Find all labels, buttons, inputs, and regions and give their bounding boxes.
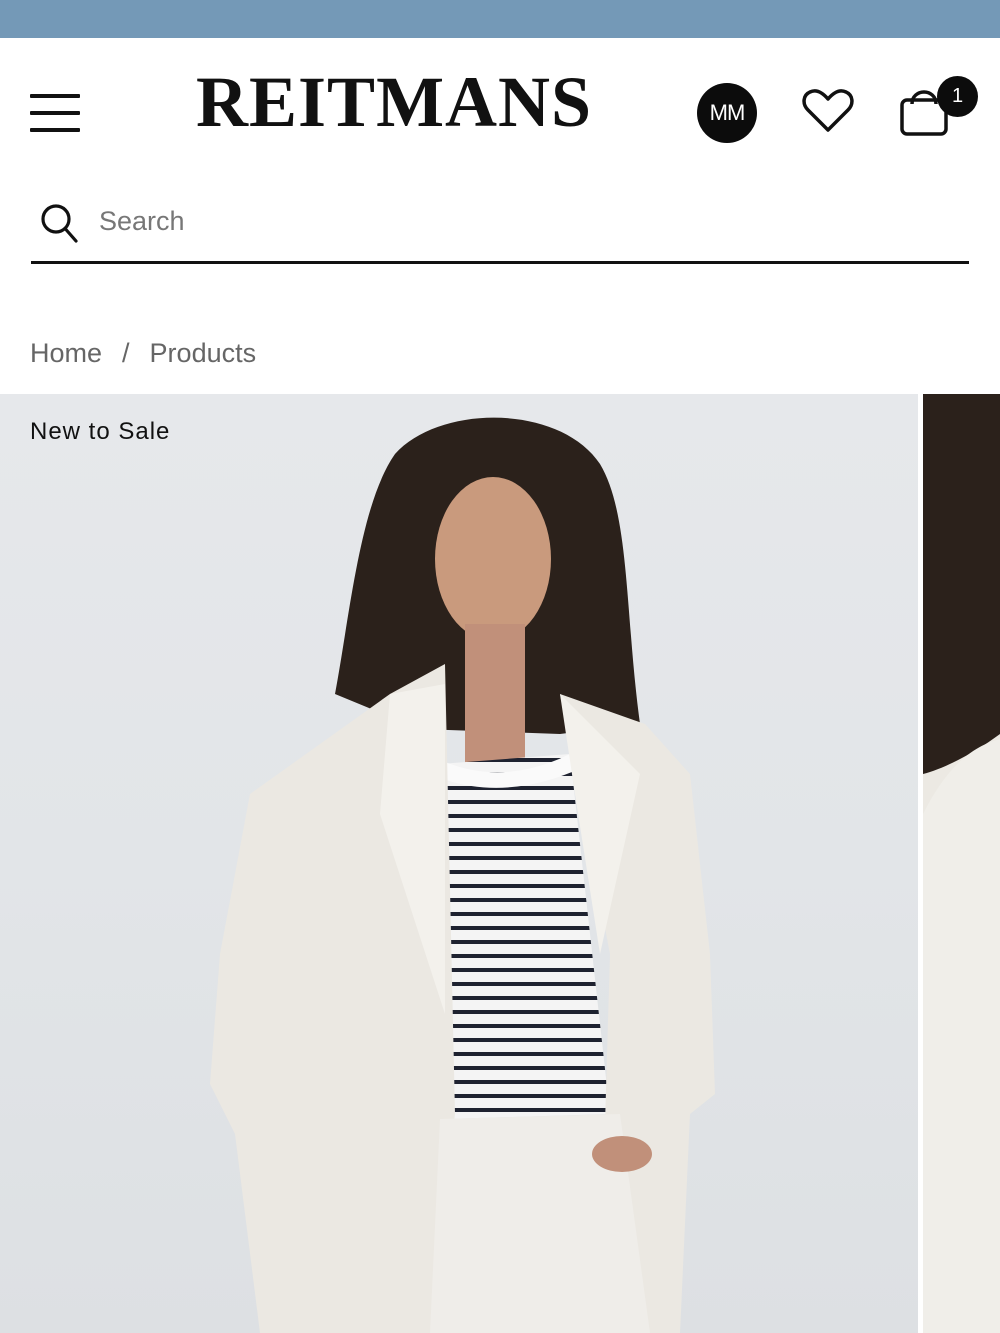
breadcrumb-products[interactable]: Products [150,338,257,369]
breadcrumb: Home / Products [30,336,256,370]
cart-count-badge: 1 [937,76,978,117]
site-header: REITMANS MM 1 [0,38,1000,178]
model-photo-illustration [210,417,715,1333]
product-image-carousel: New to Sale [0,394,1000,1333]
next-photo-illustration [923,394,1000,1333]
search-bar [31,190,969,264]
wishlist-button[interactable] [800,86,856,136]
menu-icon-bar [30,128,80,132]
search-icon[interactable] [39,202,79,244]
menu-button[interactable] [30,94,82,134]
account-avatar[interactable]: MM [697,83,757,143]
menu-icon-bar [30,94,80,98]
next-product-image-peek[interactable] [923,394,1000,1333]
heart-icon [802,89,854,132]
search-input[interactable] [99,198,959,244]
product-tag: New to Sale [30,418,171,445]
product-image[interactable]: New to Sale [0,394,918,1333]
top-status-strip [0,0,1000,38]
menu-icon-bar [30,111,80,115]
breadcrumb-home[interactable]: Home [30,338,102,369]
brand-logo[interactable]: REITMANS [196,66,622,138]
breadcrumb-separator: / [122,337,130,368]
